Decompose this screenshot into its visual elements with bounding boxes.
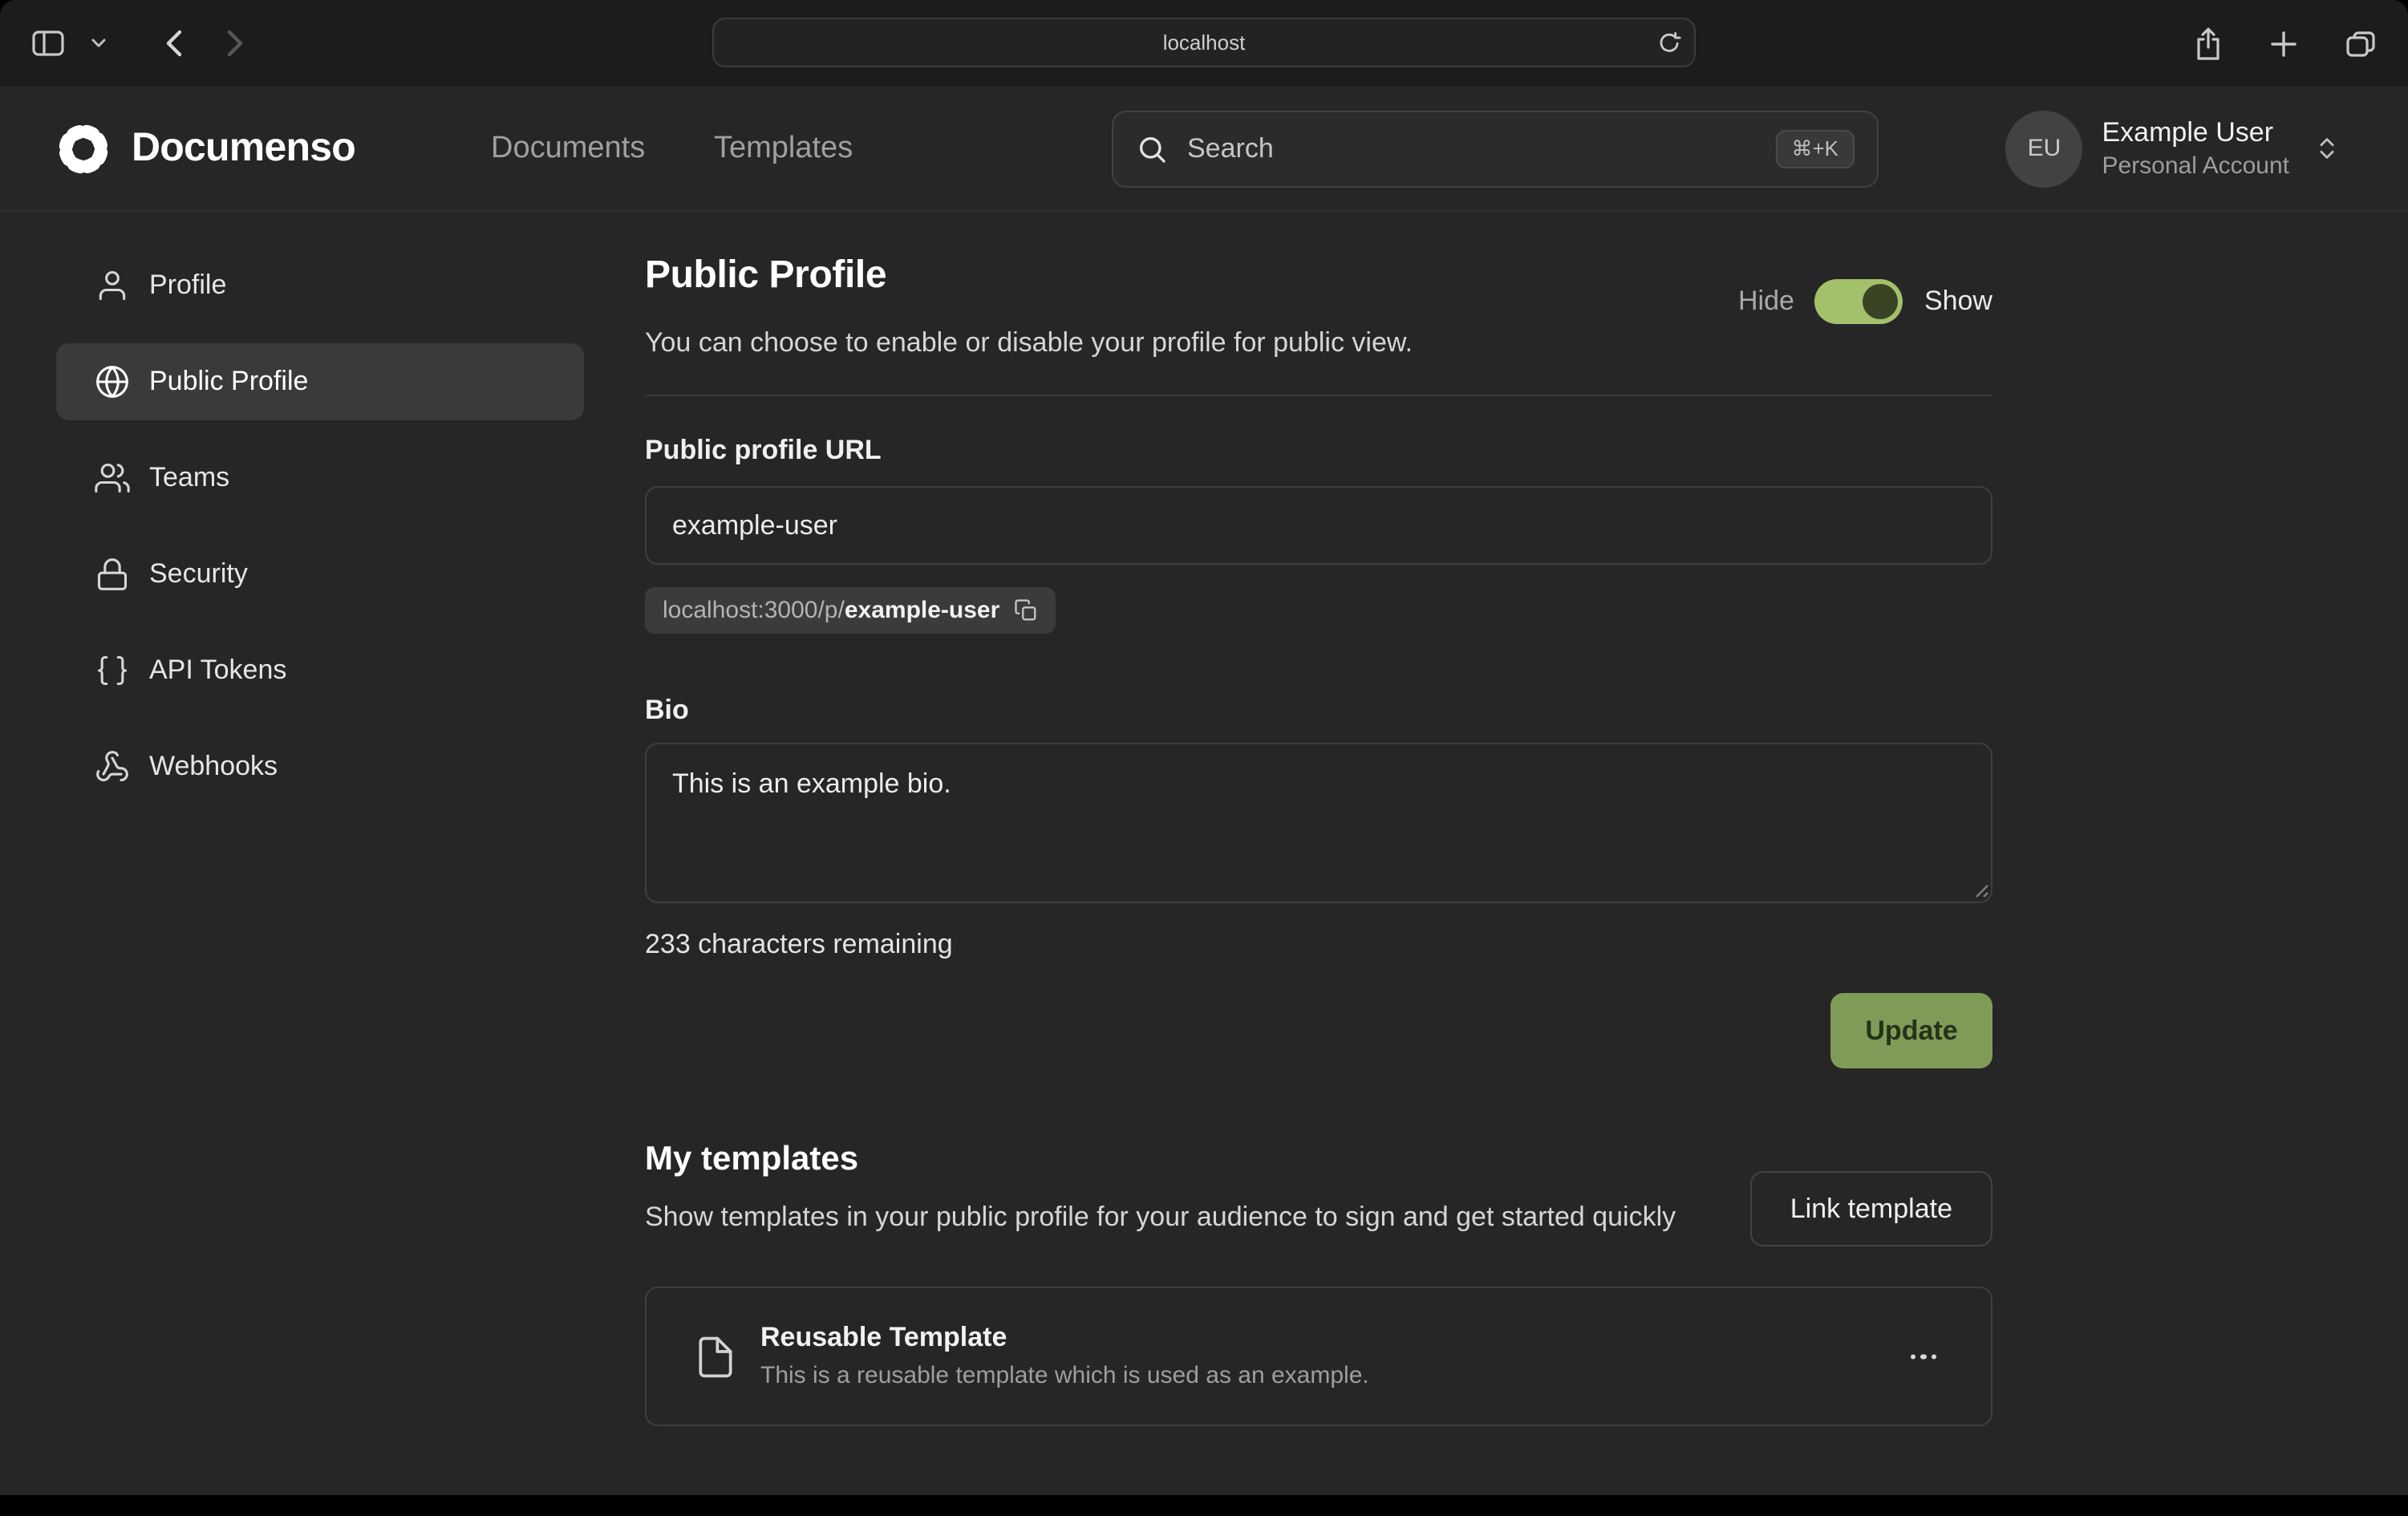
user-icon — [95, 268, 130, 303]
update-row: Update — [645, 993, 1992, 1068]
share-icon — [2195, 26, 2222, 60]
address-text: localhost — [1163, 30, 1246, 55]
app-header: Documenso Documents Templates ⌘+K EU Exa… — [0, 87, 2408, 212]
file-icon — [693, 1332, 738, 1380]
more-options-icon — [1910, 1354, 1915, 1360]
section-divider — [645, 395, 1992, 396]
resize-handle-icon[interactable] — [1972, 881, 1989, 898]
globe-icon — [95, 364, 130, 399]
sidebar-toggle-button[interactable] — [26, 24, 71, 63]
address-bar[interactable]: localhost — [712, 18, 1696, 67]
profile-visibility-toggle[interactable] — [1815, 279, 1903, 324]
bio-textarea[interactable]: This is an example bio. — [645, 743, 1992, 903]
tab-overview-icon — [2345, 30, 2376, 57]
account-name: Example User — [2102, 116, 2290, 151]
sidebar-item-security[interactable]: Security — [56, 536, 584, 613]
profile-url-base: localhost:3000/p/ — [663, 596, 845, 623]
copy-icon — [1014, 598, 1038, 622]
toggle-show-label: Show — [1924, 286, 1992, 318]
account-subtitle: Personal Account — [2102, 151, 2290, 181]
nav-documents[interactable]: Documents — [491, 131, 645, 166]
sidebar-item-label: Teams — [149, 462, 229, 494]
sidebar-item-label: API Tokens — [149, 655, 286, 687]
screen: localhost — [0, 0, 2408, 1516]
back-button[interactable] — [159, 22, 189, 64]
share-button[interactable] — [2188, 20, 2228, 67]
sidebar-item-teams[interactable]: Teams — [56, 440, 584, 517]
browser-window: localhost — [0, 0, 2408, 1495]
more-options-button[interactable] — [1900, 1344, 1946, 1369]
sidebar-item-api-tokens[interactable]: API Tokens — [56, 632, 584, 709]
my-templates-description: Show templates in your public profile fo… — [645, 1197, 1736, 1238]
bio-field-wrap: This is an example bio. — [645, 743, 1992, 903]
lock-icon — [95, 557, 130, 592]
reload-icon — [1657, 30, 1681, 55]
reload-button[interactable] — [1657, 30, 1681, 55]
copy-url-button[interactable] — [1014, 598, 1038, 622]
public-profile-url-input[interactable] — [645, 486, 1992, 565]
forward-icon — [226, 29, 244, 58]
update-button[interactable]: Update — [1830, 993, 1992, 1068]
search-input[interactable] — [1187, 133, 1756, 165]
avatar: EU — [2006, 110, 2083, 187]
braces-icon — [95, 653, 130, 688]
nav-templates[interactable]: Templates — [714, 131, 853, 166]
browser-toolbar: localhost — [0, 0, 2408, 87]
sidebar-item-profile[interactable]: Profile — [56, 247, 584, 324]
sidebar-item-label: Profile — [149, 270, 226, 302]
toggle-hide-label: Hide — [1738, 286, 1794, 318]
template-name: Reusable Template — [760, 1320, 1369, 1356]
profile-url-preview: localhost:3000/p/example-user — [645, 587, 1056, 634]
chevron-down-icon — [91, 39, 106, 48]
documenso-logo[interactable]: Documenso — [56, 121, 355, 176]
profile-visibility-row: Hide Show — [1738, 279, 1992, 324]
sidebar-item-label: Webhooks — [149, 751, 278, 783]
new-tab-icon — [2270, 30, 2297, 57]
tab-overview-button[interactable] — [2339, 23, 2382, 63]
main-content: Public Profile You can choose to enable … — [645, 212, 1992, 1426]
users-icon — [95, 460, 130, 496]
template-card: Reusable Template This is a reusable tem… — [645, 1287, 1992, 1426]
characters-remaining: 233 characters remaining — [645, 926, 1992, 964]
profile-url-text: localhost:3000/p/example-user — [663, 596, 999, 625]
sidebar-toggle-icon — [32, 30, 64, 56]
global-search[interactable]: ⌘+K — [1112, 111, 1879, 188]
toggle-knob — [1863, 284, 1899, 319]
public-profile-url-label: Public profile URL — [645, 432, 1992, 470]
bio-label: Bio — [645, 691, 1992, 730]
template-info: Reusable Template This is a reusable tem… — [760, 1320, 1369, 1392]
back-icon — [165, 29, 183, 58]
sidebar-menu-button[interactable] — [85, 32, 112, 55]
chevrons-up-down-icon — [2313, 135, 2341, 162]
sidebar-item-label: Security — [149, 558, 248, 590]
sidebar-item-public-profile[interactable]: Public Profile — [56, 343, 584, 420]
documenso-logo-icon — [56, 121, 111, 176]
page-subtitle: You can choose to enable or disable your… — [645, 324, 1992, 363]
sidebar-item-label: Public Profile — [149, 366, 308, 398]
new-tab-button[interactable] — [2264, 23, 2304, 63]
forward-button[interactable] — [220, 22, 250, 64]
link-template-button[interactable]: Link template — [1750, 1171, 1992, 1246]
template-description: This is a reusable template which is use… — [760, 1360, 1369, 1392]
account-text: Example User Personal Account — [2102, 116, 2290, 181]
toolbar-right-group — [2188, 0, 2382, 87]
account-menu[interactable]: EU Example User Personal Account — [2006, 110, 2341, 187]
brand-name: Documenso — [132, 125, 355, 172]
search-icon — [1136, 133, 1168, 165]
sidebar-item-webhooks[interactable]: Webhooks — [56, 728, 584, 805]
webhook-icon — [95, 749, 130, 784]
search-shortcut-badge: ⌘+K — [1775, 130, 1855, 168]
toolbar-left-group — [26, 22, 250, 64]
profile-url-slug: example-user — [845, 596, 999, 623]
settings-sidebar: Profile Public Profile Teams Security — [56, 247, 584, 825]
